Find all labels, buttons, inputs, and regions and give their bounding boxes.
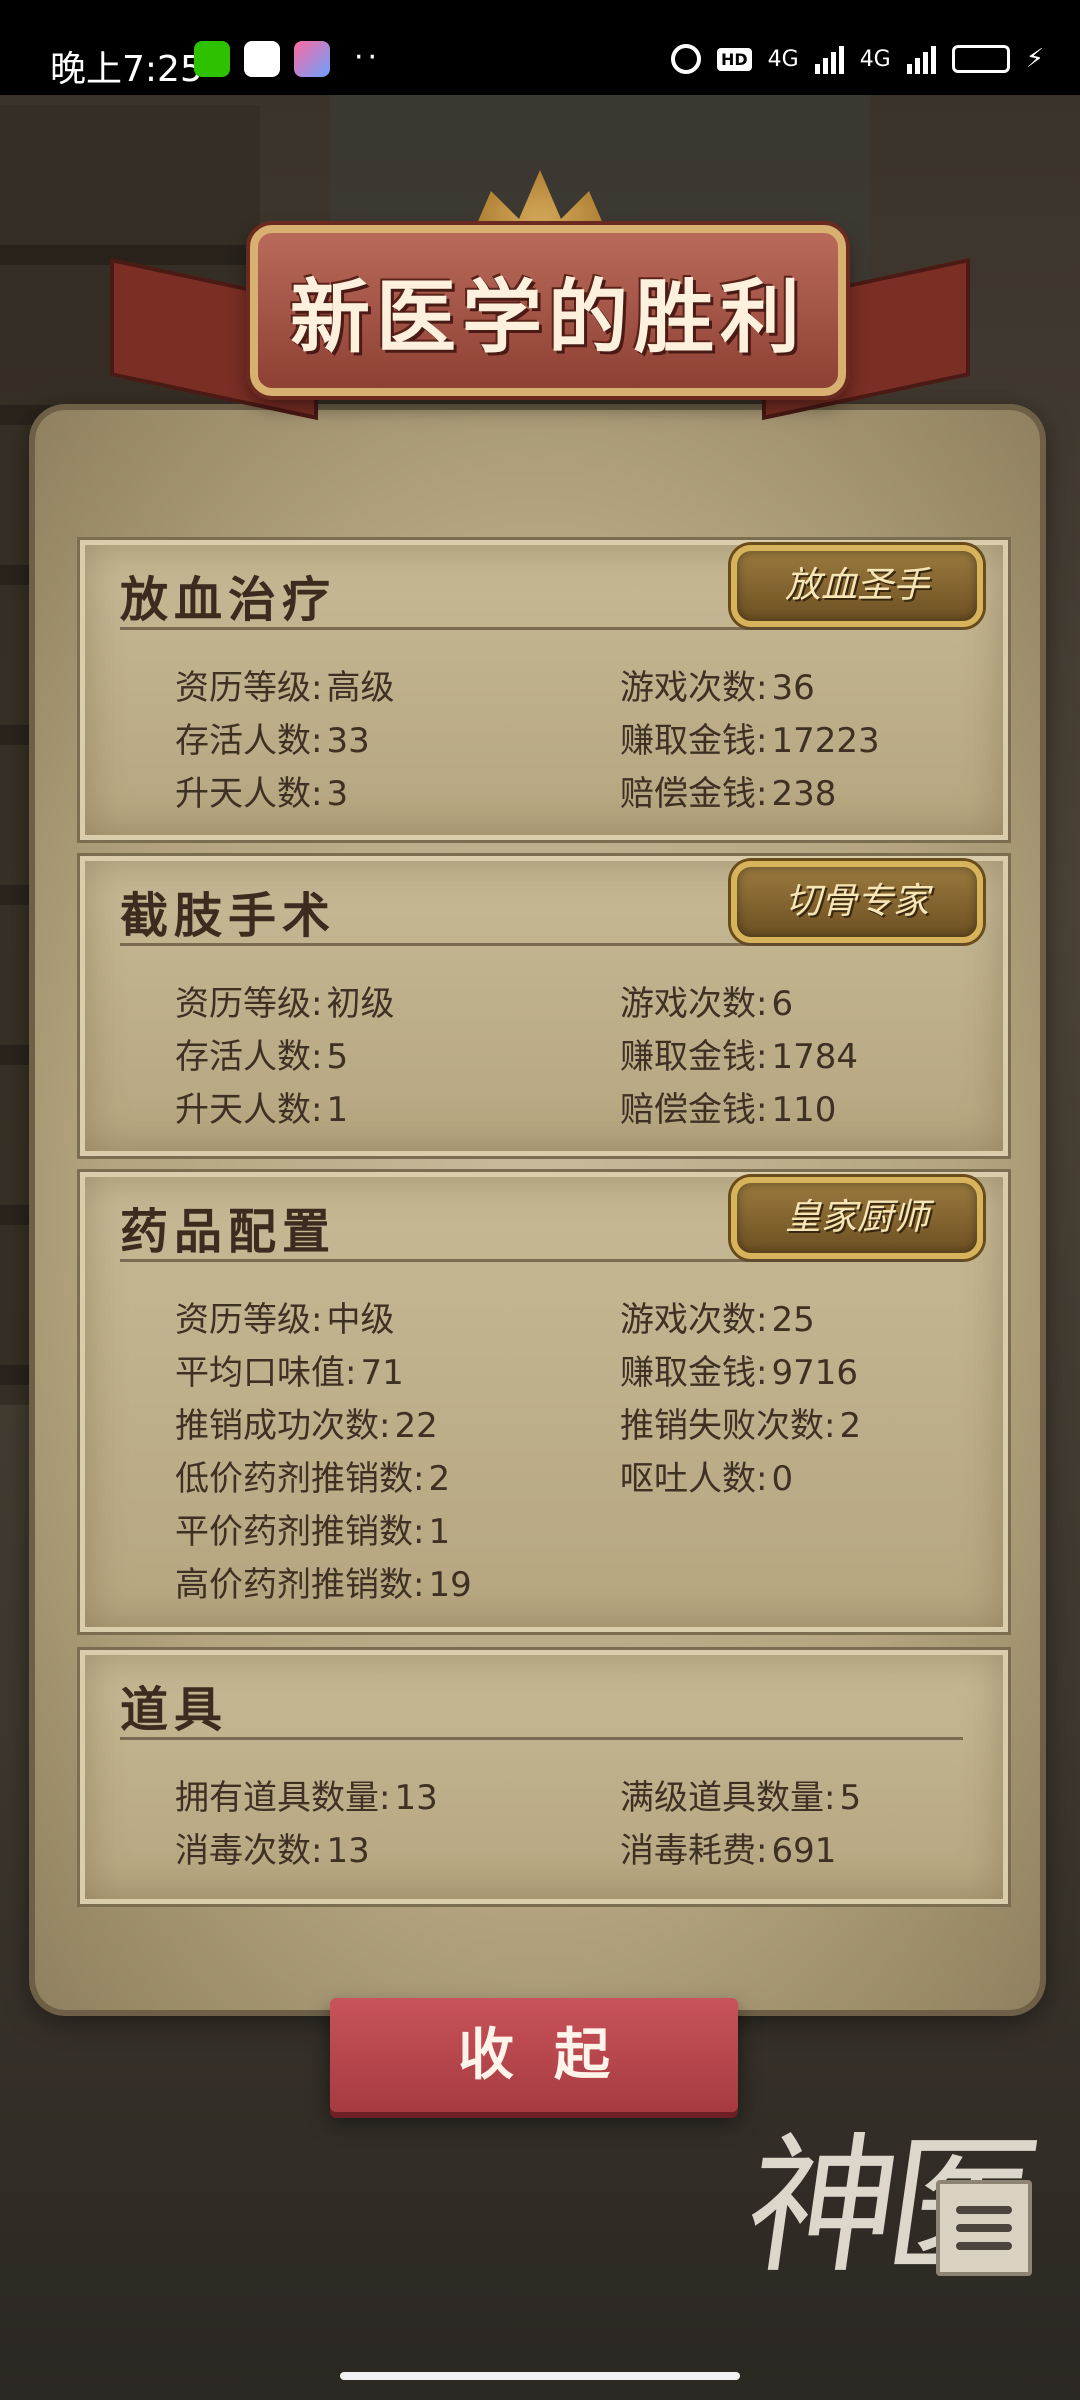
stat-item: 赔偿金钱: 238 <box>620 774 837 814</box>
collapse-button[interactable]: 收起 <box>330 1998 738 2112</box>
section-title: 道具 <box>120 1682 229 1738</box>
stat-item: 推销失败次数: 2 <box>620 1406 862 1446</box>
stat-item: 推销成功次数: 22 <box>175 1406 438 1446</box>
signal-icon-2 <box>906 44 936 74</box>
menu-button[interactable] <box>936 2180 1032 2276</box>
charging-icon: ⚡ <box>1025 44 1044 74</box>
achievement-badge: 切骨专家 <box>731 861 983 943</box>
section-divider <box>120 1259 963 1262</box>
section-title: 药品配置 <box>120 1204 337 1260</box>
battery-icon: 30 <box>951 45 1010 73</box>
achievement-badge: 放血圣手 <box>731 545 983 627</box>
stat-item: 升天人数: 3 <box>175 774 349 814</box>
stat-item: 游戏次数: 6 <box>620 984 794 1024</box>
home-indicator[interactable] <box>340 2372 740 2380</box>
stat-item: 平均口味值: 71 <box>175 1353 404 1393</box>
stat-item: 赚取金钱: 17223 <box>620 721 880 761</box>
stat-item: 平价药剂推销数: 1 <box>175 1512 451 1552</box>
section-divider <box>120 627 963 630</box>
stat-item: 资历等级: 中级 <box>175 1300 395 1340</box>
achievement-badge: 皇家厨师 <box>731 1177 983 1259</box>
stat-item: 存活人数: 33 <box>175 721 370 761</box>
stat-item: 满级道具数量: 5 <box>620 1778 862 1818</box>
stat-item: 资历等级: 高级 <box>175 668 395 708</box>
section-divider <box>120 943 963 946</box>
section-card-medicine: 药品配置 皇家厨师 资历等级: 中级 游戏次数: 25 平均口味值: 71 赚取金钱:… <box>77 1169 1011 1635</box>
stat-item: 低价药剂推销数: 2 <box>175 1459 451 1499</box>
signal-icon <box>814 44 844 74</box>
stat-item: 呕吐人数: 0 <box>620 1459 794 1499</box>
menu-line-icon <box>956 2242 1012 2250</box>
section-title: 截肢手术 <box>120 888 337 944</box>
section-title: 放血治疗 <box>120 572 337 628</box>
status-right-group: HD 4G 4G 30 ⚡ <box>670 44 1044 74</box>
menu-line-icon <box>956 2206 1012 2214</box>
stat-item: 资历等级: 初级 <box>175 984 395 1024</box>
game-center-icon <box>294 41 330 77</box>
status-time: 晚上7:25 <box>50 49 203 90</box>
stat-item: 消毒次数: 13 <box>175 1831 370 1871</box>
wechat-icon <box>194 41 230 77</box>
network-label-1: 4G <box>767 46 799 72</box>
section-card-bloodletting: 放血治疗 放血圣手 资历等级: 高级 游戏次数: 36 存活人数: 33 赚取金钱: 1… <box>77 537 1011 843</box>
stat-item: 高价药剂推销数: 19 <box>175 1565 472 1605</box>
page-title: 新医学的胜利 <box>290 269 806 364</box>
menu-line-icon <box>956 2224 1012 2232</box>
stat-item: 游戏次数: 36 <box>620 668 815 708</box>
stat-item: 赚取金钱: 1784 <box>620 1037 858 1077</box>
qq-icon <box>244 41 280 77</box>
network-label-2: 4G <box>859 46 891 72</box>
section-card-items: 道具 拥有道具数量: 13 满级道具数量: 5 消毒次数: 13 消毒耗费: 691 <box>77 1647 1011 1907</box>
stat-item: 拥有道具数量: 13 <box>175 1778 438 1818</box>
status-bar: 晚上7:25 ·· HD 4G 4G 30 ⚡ <box>0 0 1080 95</box>
section-divider <box>120 1737 963 1740</box>
more-notifications-icon: ·· <box>354 40 382 75</box>
section-card-amputation: 截肢手术 切骨专家 资历等级: 初级 游戏次数: 6 存活人数: 5 赚取金钱: 178… <box>77 853 1011 1159</box>
stat-item: 消毒耗费: 691 <box>620 1831 837 1871</box>
stat-item: 赚取金钱: 9716 <box>620 1353 858 1393</box>
stat-item: 存活人数: 5 <box>175 1037 349 1077</box>
stat-item: 游戏次数: 25 <box>620 1300 815 1340</box>
stat-item: 赔偿金钱: 110 <box>620 1090 837 1130</box>
hd-badge: HD <box>716 47 752 71</box>
title-banner: 新医学的胜利 <box>250 225 846 396</box>
alarm-icon <box>670 44 701 74</box>
stat-item: 升天人数: 1 <box>175 1090 349 1130</box>
